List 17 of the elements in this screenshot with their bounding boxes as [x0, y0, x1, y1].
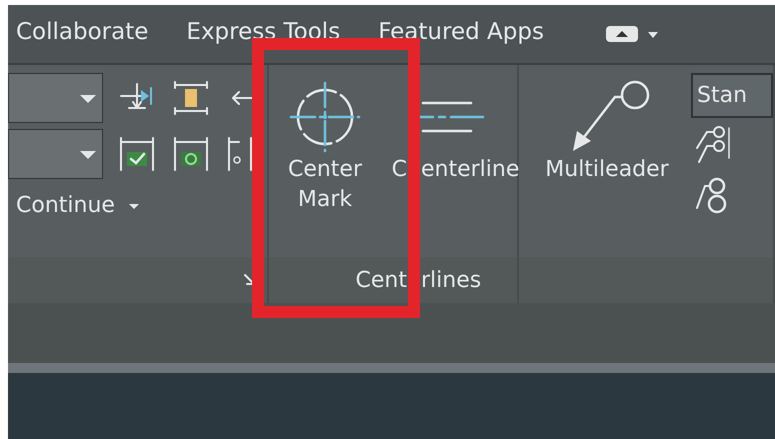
- label-fragment: enterline: [421, 156, 520, 184]
- ribbon-button[interactable]: Multileader: [527, 73, 687, 257]
- dimension-update-icon[interactable]: [171, 134, 211, 174]
- label-fragment: C: [392, 156, 407, 184]
- dimension-check-icon[interactable]: [117, 134, 157, 174]
- dimension-break-icon[interactable]: [225, 134, 255, 174]
- dimension-ruler-icon[interactable]: [171, 78, 211, 118]
- ribbon-tab[interactable]: Featured Apps: [378, 19, 544, 49]
- panel-title-fragment: Cent: [356, 268, 407, 292]
- split-button[interactable]: Continue: [16, 185, 265, 218]
- ribbon-tab[interactable]: Collaborate: [16, 19, 148, 49]
- dropdown-field[interactable]: [8, 73, 103, 123]
- style-dropdown-field[interactable]: Stan: [691, 73, 773, 118]
- ribbon-button[interactable]: Center Mark: [273, 73, 377, 257]
- ribbon-button[interactable]: C enterline: [377, 73, 517, 257]
- dropdown-field[interactable]: [8, 129, 103, 179]
- panel-title-fragment: rlines: [421, 268, 482, 292]
